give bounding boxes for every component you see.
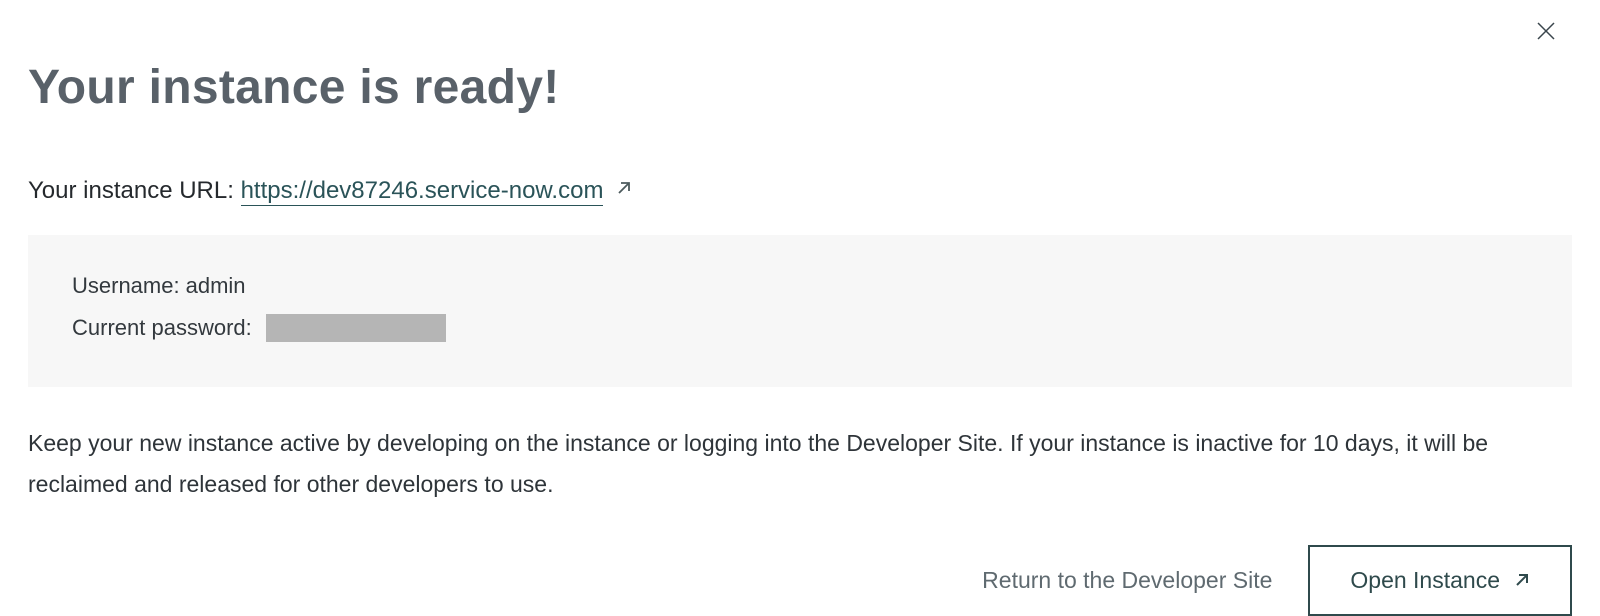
credentials-panel: Username: admin Current password:	[28, 235, 1572, 387]
username-label: Username:	[72, 265, 180, 307]
open-instance-button[interactable]: Open Instance	[1308, 545, 1572, 616]
password-label: Current password:	[72, 307, 252, 349]
dialog-actions: Return to the Developer Site Open Instan…	[28, 545, 1572, 616]
close-icon	[1536, 21, 1556, 44]
username-row: Username: admin	[72, 265, 1528, 307]
password-row: Current password:	[72, 307, 1528, 349]
instance-url-link[interactable]: https://dev87246.service-now.com	[241, 177, 604, 206]
open-instance-label: Open Instance	[1350, 567, 1500, 594]
return-to-developer-site-button[interactable]: Return to the Developer Site	[982, 567, 1272, 594]
inactivity-notice: Keep your new instance active by develop…	[28, 423, 1548, 506]
instance-url-row: Your instance URL: https://dev87246.serv…	[28, 175, 1572, 205]
password-redacted	[266, 314, 446, 342]
external-link-icon	[616, 175, 632, 203]
instance-ready-dialog: Your instance is ready! Your instance UR…	[0, 0, 1600, 616]
close-button[interactable]	[1532, 18, 1560, 46]
instance-url-label: Your instance URL:	[28, 177, 234, 204]
external-link-icon	[1514, 567, 1530, 594]
dialog-title: Your instance is ready!	[28, 60, 1572, 115]
username-value: admin	[186, 265, 246, 307]
